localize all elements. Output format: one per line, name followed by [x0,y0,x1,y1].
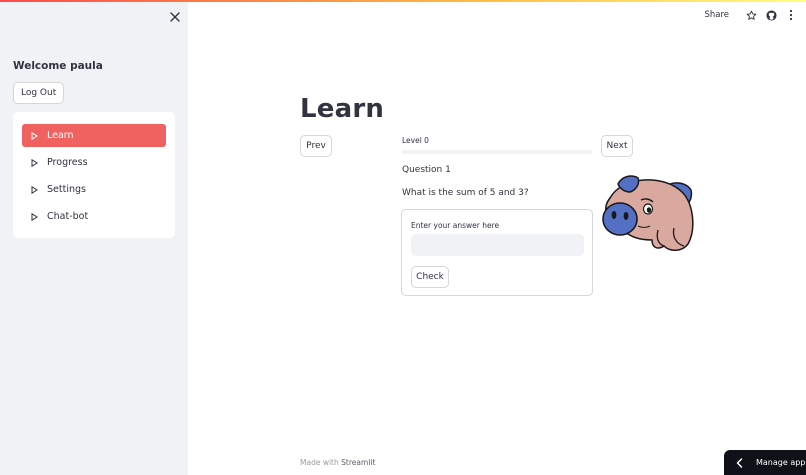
answer-input[interactable] [411,234,584,256]
page-title: Learn [300,94,385,124]
footer-credit: Made with Streamlit [300,458,375,467]
level-label: Level 0 [402,136,429,145]
chevron-left-icon [736,457,748,468]
logout-button[interactable]: Log Out [13,82,65,104]
manage-app-button[interactable]: Manage app [724,450,806,475]
welcome-text: Welcome paula [13,60,103,72]
triangle-right-icon [22,131,46,140]
share-button[interactable]: Share [704,10,729,20]
github-icon[interactable] [764,8,778,22]
footer-made-with: Made with [300,458,339,467]
sidebar: Welcome paula Log Out Learn Progress Set… [0,2,188,475]
sidebar-item-chat-bot[interactable]: Chat-bot [22,205,166,228]
triangle-right-icon [22,158,46,167]
answer-form: Enter your answer here Check [401,209,593,296]
next-button[interactable]: Next [601,135,633,157]
more-vertical-icon[interactable] [784,8,798,22]
question-text: What is the sum of 5 and 3? [402,188,529,198]
level-progress-bar [402,150,592,154]
sidebar-item-learn[interactable]: Learn [22,124,166,147]
manage-app-label: Manage app [756,458,806,467]
prev-button[interactable]: Prev [300,135,332,157]
triangle-right-icon [22,212,46,221]
sidebar-item-label: Chat-bot [47,211,89,222]
star-icon[interactable] [744,8,758,22]
sidebar-item-label: Settings [47,184,86,195]
check-button[interactable]: Check [411,266,449,288]
sidebar-item-label: Learn [47,130,74,141]
pig-illustration [598,172,698,254]
triangle-right-icon [22,185,46,194]
sidebar-item-label: Progress [47,157,88,168]
question-title: Question 1 [402,165,451,175]
streamlit-link[interactable]: Streamlit [341,458,375,467]
sidebar-item-settings[interactable]: Settings [22,178,166,201]
sidebar-item-progress[interactable]: Progress [22,151,166,174]
answer-label: Enter your answer here [411,221,500,230]
header-toolbar: Share [704,8,798,22]
sidebar-nav: Learn Progress Settings Chat-bot [13,112,175,238]
close-sidebar-icon[interactable] [168,10,182,24]
